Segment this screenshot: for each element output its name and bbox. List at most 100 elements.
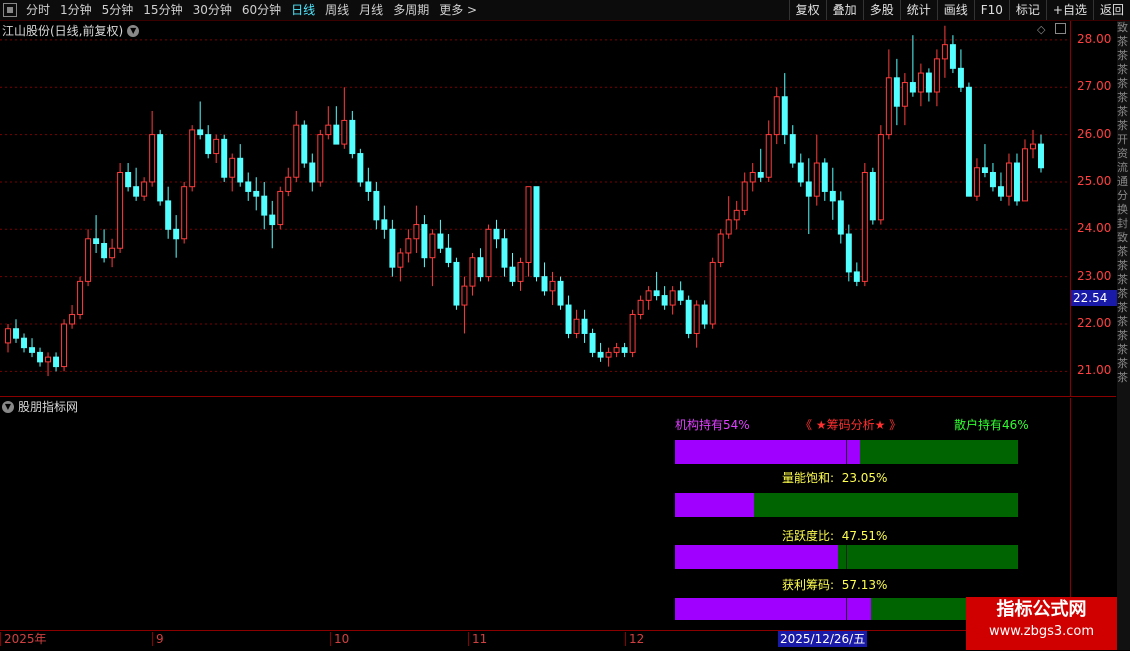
toolbar-button[interactable]: +自选 [1045,0,1093,20]
candle[interactable] [613,342,620,358]
candle[interactable] [69,305,76,329]
period-tab[interactable]: 60分钟 [237,0,286,20]
candle[interactable] [61,319,68,372]
candle[interactable] [341,87,348,149]
candle[interactable] [333,106,340,145]
period-tab[interactable]: 15分钟 [138,0,187,20]
candle[interactable] [77,276,84,320]
candle[interactable] [925,68,932,102]
candle[interactable] [365,167,372,201]
toolbar-button[interactable]: 返回 [1092,0,1130,20]
candle[interactable] [413,205,420,253]
period-tab[interactable]: 日线 [286,0,320,20]
candle[interactable] [397,248,404,282]
candle[interactable] [829,167,836,220]
candle[interactable] [429,229,436,287]
candle[interactable] [869,167,876,225]
period-tab[interactable]: 5分钟 [97,0,139,20]
candle[interactable] [461,276,468,334]
candle[interactable] [661,286,668,310]
candle[interactable] [909,35,916,97]
toolbar-button[interactable]: 标记 [1008,0,1046,20]
toolbar-button[interactable]: 统计 [899,0,937,20]
candle[interactable] [517,257,524,291]
candle[interactable] [637,295,644,320]
candle[interactable] [477,248,484,282]
candle[interactable] [325,106,332,140]
candle[interactable] [29,338,36,358]
period-tab[interactable]: 分时 [21,0,55,20]
candle[interactable] [421,215,428,268]
candle[interactable] [653,271,660,301]
candle[interactable] [109,238,116,268]
period-tab[interactable]: 1分钟 [55,0,97,20]
candle[interactable] [237,144,244,187]
candle[interactable] [541,262,548,296]
candle[interactable] [373,181,380,230]
candle[interactable] [757,148,764,182]
candle[interactable] [165,186,172,239]
toolbar-button[interactable]: 叠加 [825,0,863,20]
candle[interactable] [605,347,612,367]
candle[interactable] [445,234,452,268]
candle[interactable] [621,342,628,358]
candle[interactable] [885,49,892,140]
candle[interactable] [861,163,868,287]
candle[interactable] [573,309,580,339]
candle[interactable] [141,177,148,201]
candle[interactable] [685,295,692,339]
panel-divider[interactable] [0,396,1116,397]
candle[interactable] [261,181,268,230]
candle[interactable] [53,352,60,372]
candle[interactable] [525,186,532,277]
candle[interactable] [285,167,292,197]
candle[interactable] [293,110,300,182]
candle[interactable] [589,328,596,358]
candle[interactable] [21,333,28,353]
candle[interactable] [629,309,636,358]
candle[interactable] [701,300,708,329]
candle[interactable] [93,215,100,253]
candle[interactable] [821,158,828,201]
candle[interactable] [557,276,564,310]
candle[interactable] [1038,134,1044,173]
candle[interactable] [213,134,220,164]
candle[interactable] [197,101,204,140]
candle[interactable] [501,229,508,277]
candle[interactable] [845,224,852,282]
candle[interactable] [949,35,956,74]
candle[interactable] [997,172,1004,201]
candle[interactable] [813,134,820,206]
candle[interactable] [933,49,940,107]
candle[interactable] [173,215,180,258]
candle[interactable] [277,186,284,230]
candle[interactable] [5,323,11,353]
toolbar-button[interactable]: F10 [973,0,1009,20]
candle[interactable] [389,219,396,277]
period-tab[interactable]: 多周期 [388,0,434,20]
candle[interactable] [37,347,44,367]
candle[interactable] [565,295,572,339]
period-tab[interactable]: 更多 > [434,0,482,20]
candle[interactable] [1013,153,1020,206]
candle[interactable] [85,229,92,287]
chevron-down-icon[interactable]: ▼ [127,24,140,37]
candle[interactable] [677,281,684,306]
candle[interactable] [13,319,19,343]
candle[interactable] [765,120,772,182]
candle[interactable] [309,153,316,192]
candle[interactable] [269,200,276,249]
candle[interactable] [581,309,588,343]
candle[interactable] [789,125,796,168]
layout-toggle-icon[interactable] [3,3,17,17]
candle[interactable] [533,186,540,282]
candle[interactable] [917,63,924,107]
candle[interactable] [45,352,52,377]
candle[interactable] [229,153,236,192]
candle[interactable] [437,219,444,253]
period-tab[interactable]: 30分钟 [188,0,237,20]
period-tab[interactable]: 周线 [320,0,354,20]
candle[interactable] [901,73,908,126]
candle[interactable] [493,219,500,249]
candle[interactable] [893,58,900,126]
